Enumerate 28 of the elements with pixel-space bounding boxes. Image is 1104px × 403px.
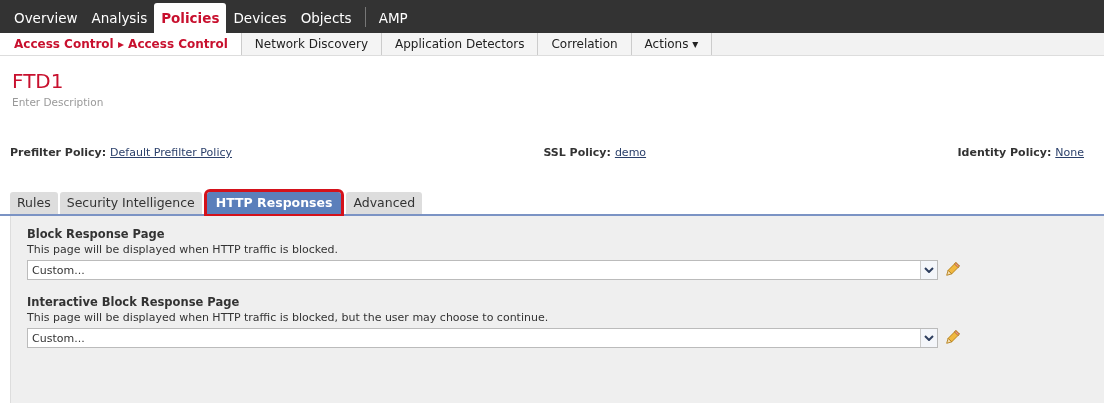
- nav-tab[interactable]: AMP: [371, 3, 415, 33]
- response-page-dropdown[interactable]: Custom...: [27, 260, 938, 280]
- policy-link[interactable]: Default Prefilter Policy: [110, 146, 232, 159]
- chevron-down-icon: [924, 267, 934, 273]
- nav-tab[interactable]: Policies: [154, 3, 227, 33]
- section-description: This page will be displayed when HTTP traffic is blocked.: [27, 242, 340, 258]
- policy-link[interactable]: demo: [614, 146, 647, 159]
- chevron-down-icon: [924, 335, 934, 341]
- tab[interactable]: Rules: [10, 192, 58, 214]
- tab[interactable]: Security Intelligence: [59, 192, 202, 214]
- nav-tab[interactable]: Objects: [293, 3, 359, 33]
- policy-title: FTD1: [12, 69, 65, 93]
- response-page-dropdown[interactable]: Custom...: [27, 328, 938, 348]
- policy-label: Prefilter Policy:: [10, 146, 107, 159]
- section-title: Interactive Block Response Page: [27, 294, 241, 310]
- tab[interactable]: HTTP Responses: [206, 192, 342, 214]
- pencil-icon[interactable]: [944, 262, 960, 278]
- nav-tab[interactable]: Devices: [226, 3, 294, 33]
- section-description: This page will be displayed when HTTP traffic is blocked, but the user may choose to continue.: [27, 310, 550, 326]
- nav-tab[interactable]: Overview: [7, 3, 85, 33]
- tab[interactable]: Advanced: [346, 192, 423, 214]
- nav-tab[interactable]: Analysis: [84, 3, 155, 33]
- pencil-icon[interactable]: [944, 330, 960, 346]
- subnav-tab[interactable]: Access Control ▸ Access Control: [0, 33, 242, 55]
- section-title: Block Response Page: [27, 226, 166, 242]
- policy-label: Identity Policy:: [957, 146, 1052, 159]
- policy-link[interactable]: None: [1055, 146, 1084, 159]
- policy-label: SSL Policy:: [543, 146, 611, 159]
